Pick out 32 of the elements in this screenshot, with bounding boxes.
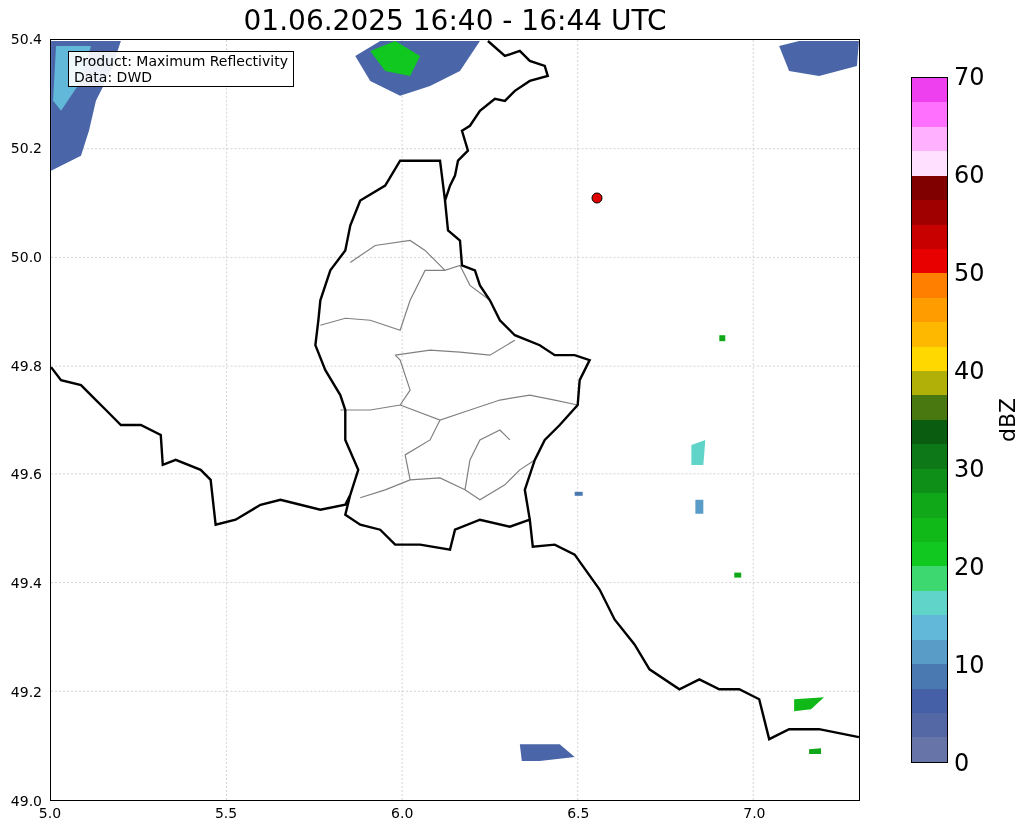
- colorbar-label: dBZ: [996, 397, 1020, 443]
- radar-echo: [719, 335, 726, 342]
- x-tick-label: 7.0: [742, 805, 767, 821]
- legend-text: Data: DWD: [74, 69, 153, 85]
- x-tick-label: 6.5: [566, 805, 591, 821]
- y-tick-label: 50.4: [10, 31, 42, 47]
- colorbar-tick-label: 70: [954, 64, 985, 90]
- colorbar-tick-label: 20: [954, 554, 985, 580]
- colorbar-tick-label: 30: [954, 456, 985, 482]
- colorbar-tick-label: 60: [954, 162, 985, 188]
- radar-echo: [809, 748, 822, 755]
- radar-echo: [794, 697, 825, 712]
- y-tick-label: 50.0: [10, 248, 42, 265]
- y-tick-label: 49.4: [10, 575, 42, 592]
- y-tick-label: 49.2: [10, 684, 42, 701]
- x-tick-label: 6.0: [390, 805, 415, 821]
- radar-echo: [695, 499, 704, 514]
- radar-echo: [691, 439, 706, 465]
- colorbar-tick-label: 40: [954, 358, 985, 384]
- y-tick-label: 49.8: [10, 357, 42, 374]
- location-marker: [591, 192, 603, 204]
- radar-echo: [574, 491, 583, 496]
- colorbar-tick-label: 0: [954, 750, 970, 776]
- colorbar-tick-label: 50: [954, 260, 985, 286]
- y-tick-label: 50.2: [10, 139, 42, 156]
- x-tick-label: 5.5: [213, 805, 239, 821]
- chart-title: 01.06.2025 16:40 - 16:44 UTC: [243, 3, 667, 39]
- y-tick-label: 49.6: [10, 466, 42, 483]
- colorbar-tick-label: 10: [954, 652, 985, 678]
- radar-echo: [734, 572, 742, 578]
- radar-echo: [519, 744, 575, 762]
- legend-text: Product: Maximum Reflectivity: [74, 53, 288, 69]
